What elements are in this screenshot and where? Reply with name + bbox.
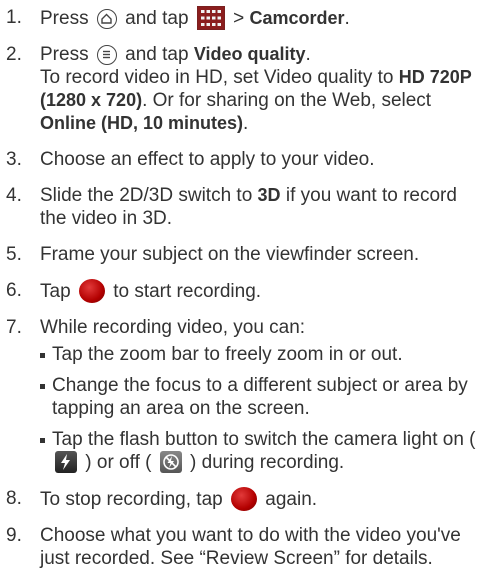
menu-key-icon [96, 45, 117, 65]
list-item: Change the focus to a different subject … [40, 374, 482, 420]
bullet-list: Tap the zoom bar to freely zoom in or ou… [40, 343, 482, 474]
bullet-marker [40, 353, 45, 358]
bullet-text: Tap the zoom bar to freely zoom in or ou… [52, 344, 403, 365]
step-text: and tap [125, 8, 189, 29]
step-2: 2. Press and tap Video quality. To recor… [6, 43, 482, 135]
step-number: 8. [6, 488, 22, 509]
bullet-text: ) or off ( [85, 452, 152, 473]
step-text: again. [265, 489, 318, 510]
step-number: 1. [6, 7, 22, 28]
step-7: 7. While recording video, you can: Tap t… [6, 316, 482, 474]
3d-label: 3D [257, 185, 281, 205]
bullet-text: Tap the flash button to switch the camer… [52, 429, 476, 450]
list-item: Tap the flash button to switch the camer… [40, 428, 482, 474]
step-text: and tap [125, 44, 189, 65]
step-text: While recording video, you can: [40, 317, 306, 338]
flash-on-icon [55, 451, 77, 473]
period: . [305, 44, 311, 65]
detail-text: To record video in HD, set Video quality… [40, 67, 394, 88]
online-hd-label: Online (HD, 10 minutes) [40, 113, 244, 133]
bullet-marker [40, 438, 45, 443]
period: . [243, 113, 249, 134]
step-text: Choose what you want to do with the vide… [40, 525, 461, 569]
step-text: Frame your subject on the viewfinder scr… [40, 244, 420, 265]
step-text: To stop recording, tap [40, 489, 223, 510]
step-text: Press [40, 44, 89, 65]
step-text: Slide the 2D/3D switch to [40, 185, 253, 206]
bullet-text: Change the focus to a different subject … [52, 375, 468, 419]
record-button-icon [78, 279, 105, 303]
list-item: Tap the zoom bar to freely zoom in or ou… [40, 343, 482, 366]
step-number: 3. [6, 149, 22, 170]
step-detail: To record video in HD, set Video quality… [40, 66, 482, 135]
record-button-icon [231, 487, 257, 511]
step-9: 9. Choose what you want to do with the v… [6, 524, 482, 570]
step-number: 7. [6, 317, 22, 338]
home-key-icon [96, 9, 117, 29]
step-1: 1. Press and tap > Camcorder. [6, 6, 482, 30]
separator: > [233, 8, 245, 29]
period: . [344, 8, 350, 29]
all-apps-grid-icon [196, 6, 225, 30]
instruction-document: 1. Press and tap > Camcorder. 2. Press a… [0, 0, 488, 570]
video-quality-label: Video quality [193, 44, 306, 64]
step-4: 4. Slide the 2D/3D switch to 3D if you w… [6, 184, 482, 230]
step-number: 4. [6, 185, 22, 206]
step-number: 9. [6, 525, 22, 546]
step-text: Tap [40, 281, 71, 302]
step-5: 5. Frame your subject on the viewfinder … [6, 243, 482, 266]
flash-off-icon [159, 451, 182, 473]
bullet-marker [40, 384, 45, 389]
step-6: 6. Tap to start recording. [6, 279, 482, 303]
step-3: 3. Choose an effect to apply to your vid… [6, 148, 482, 171]
step-text: Press [40, 8, 89, 29]
step-text: Choose an effect to apply to your video. [40, 149, 375, 170]
camcorder-label: Camcorder [249, 8, 345, 28]
step-number: 2. [6, 44, 22, 65]
bullet-text: ) during recording. [190, 452, 345, 473]
step-number: 5. [6, 244, 22, 265]
step-text: to start recording. [113, 281, 262, 302]
detail-text: . Or for sharing on the Web, select [142, 90, 432, 111]
step-number: 6. [6, 280, 22, 301]
step-8: 8. To stop recording, tap again. [6, 487, 482, 511]
